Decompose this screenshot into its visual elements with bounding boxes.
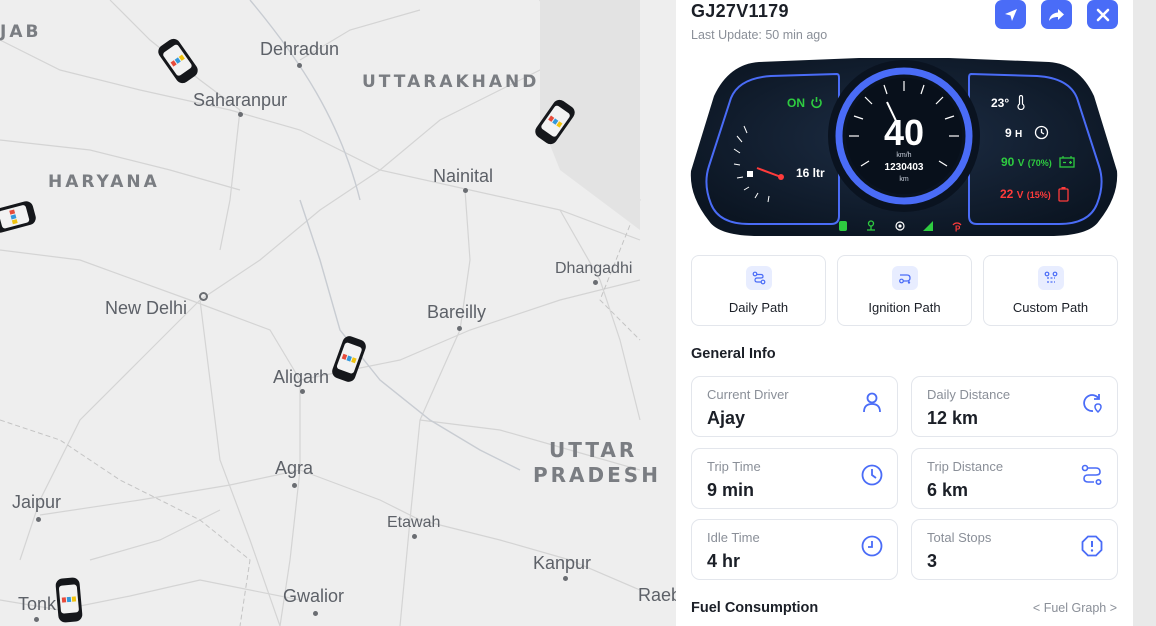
city-label: Tonk [18,594,56,622]
user-icon [863,392,881,413]
custom-path-button[interactable]: Custom Path [983,255,1118,326]
parking-icon: P [952,222,962,233]
state-label-uttarakhand: UTTARAKHAND [362,72,540,92]
city-label: Aligarh [273,367,329,394]
close-icon [1096,8,1109,21]
vehicle-dashboard: ON 40 km/h 1230403 km 16 ltr 23° 9 H 90 … [689,56,1119,240]
hours-value: 9 H [1005,126,1023,140]
navigate-button[interactable] [995,0,1026,29]
ignition-route-icon [891,266,918,290]
route-icon [745,266,772,290]
odometer-value: 1230403 [884,162,924,173]
alert-icon [1081,535,1103,557]
info-card-value: 6 km [927,480,969,500]
info-card-label: Daily Distance [927,387,1011,402]
state-label-uttar: UTTAR [549,438,638,462]
info-card-label: Current Driver [707,387,789,402]
navigate-icon [1004,8,1017,21]
info-card-idle-time: Idle Time 4 hr [691,519,898,580]
svg-text:P: P [955,225,961,233]
daily-path-button[interactable]: Daily Path [691,255,826,326]
general-info-heading: General Info [691,346,776,362]
ignition-path-label: Ignition Path [868,300,941,315]
state-label-pradesh: PRADESH [533,463,661,487]
daily-path-label: Daily Path [728,300,789,315]
clock-icon [1034,125,1049,140]
vehicle-detail-panel: GJ27V1179 Last Update: 50 min ago ON 40 … [676,0,1133,626]
gps-icon [895,221,905,231]
info-card-label: Trip Distance [927,459,1004,474]
info-card-value: 3 [927,551,938,571]
map-edge-strip [1133,0,1156,626]
thermometer-icon [1017,95,1025,110]
vehicle-plate: GJ27V1179 [691,1,789,21]
ignition-status: ON [787,96,805,110]
route-pin-icon [1081,464,1102,485]
info-card-label: Trip Time [707,459,761,474]
seat-icon [839,221,847,231]
fuel-consumption-heading: Fuel Consumption [691,600,819,616]
city-label: Kanpur [533,553,591,581]
city-label: Bareilly [427,302,486,331]
odometer-unit: km [899,176,909,183]
speed-value: 40 [883,112,925,153]
info-card-current-driver: Current Driver Ajay [691,376,898,437]
temperature-value: 23° [991,96,1010,110]
city-label: New Delhi [105,292,208,319]
city-label: Dehradun [260,39,339,68]
speed-unit: km/h [896,152,912,159]
info-card-value: 12 km [927,408,979,428]
battery-icon [1059,156,1075,168]
state-label-punjab: JAB [0,22,42,42]
main-battery-value: 90 V (70%) [1001,155,1052,169]
close-button[interactable] [1087,0,1118,29]
info-card-value: 9 min [707,480,755,500]
low-battery-icon [1058,187,1069,202]
info-card-value: 4 hr [707,551,741,571]
driver-icon [867,220,875,231]
fuel-level: 16 ltr [796,166,825,180]
fuel-graph-link[interactable]: < Fuel Graph > [1033,601,1117,615]
city-label: Gwalior [283,586,344,616]
info-card-trip-time: Trip Time 9 min [691,448,898,509]
info-card-trip-distance: Trip Distance 6 km [911,448,1118,509]
power-icon [811,97,822,109]
custom-path-label: Custom Path [1012,300,1089,315]
custom-route-icon [1037,266,1064,290]
vehicle-marker[interactable] [54,576,84,624]
clock-icon [861,464,883,486]
city-label: Saharanpur [193,90,287,117]
last-update-text: Last Update: 50 min ago [691,28,828,42]
ignition-path-button[interactable]: Ignition Path [837,255,972,326]
timer-icon [861,535,883,557]
city-label: Jaipur [12,492,61,522]
aux-battery-value: 22 V (15%) [1000,187,1051,201]
city-label: Etawah [387,514,440,539]
city-label: Raeb [638,585,682,605]
share-icon [1049,8,1064,21]
info-card-value: Ajay [707,408,746,428]
info-card-label: Total Stops [927,530,992,545]
signal-icon [923,221,933,231]
city-label: Dhangadhi [555,260,632,285]
refresh-pin-icon [1083,394,1102,414]
city-label: Agra [275,458,313,488]
state-label-haryana: HARYANA [48,172,160,192]
info-card-daily-distance: Daily Distance 12 km [911,376,1118,437]
info-card-total-stops: Total Stops 3 [911,519,1118,580]
info-card-label: Idle Time [707,530,760,545]
city-label: Nainital [433,166,493,193]
share-button[interactable] [1041,0,1072,29]
